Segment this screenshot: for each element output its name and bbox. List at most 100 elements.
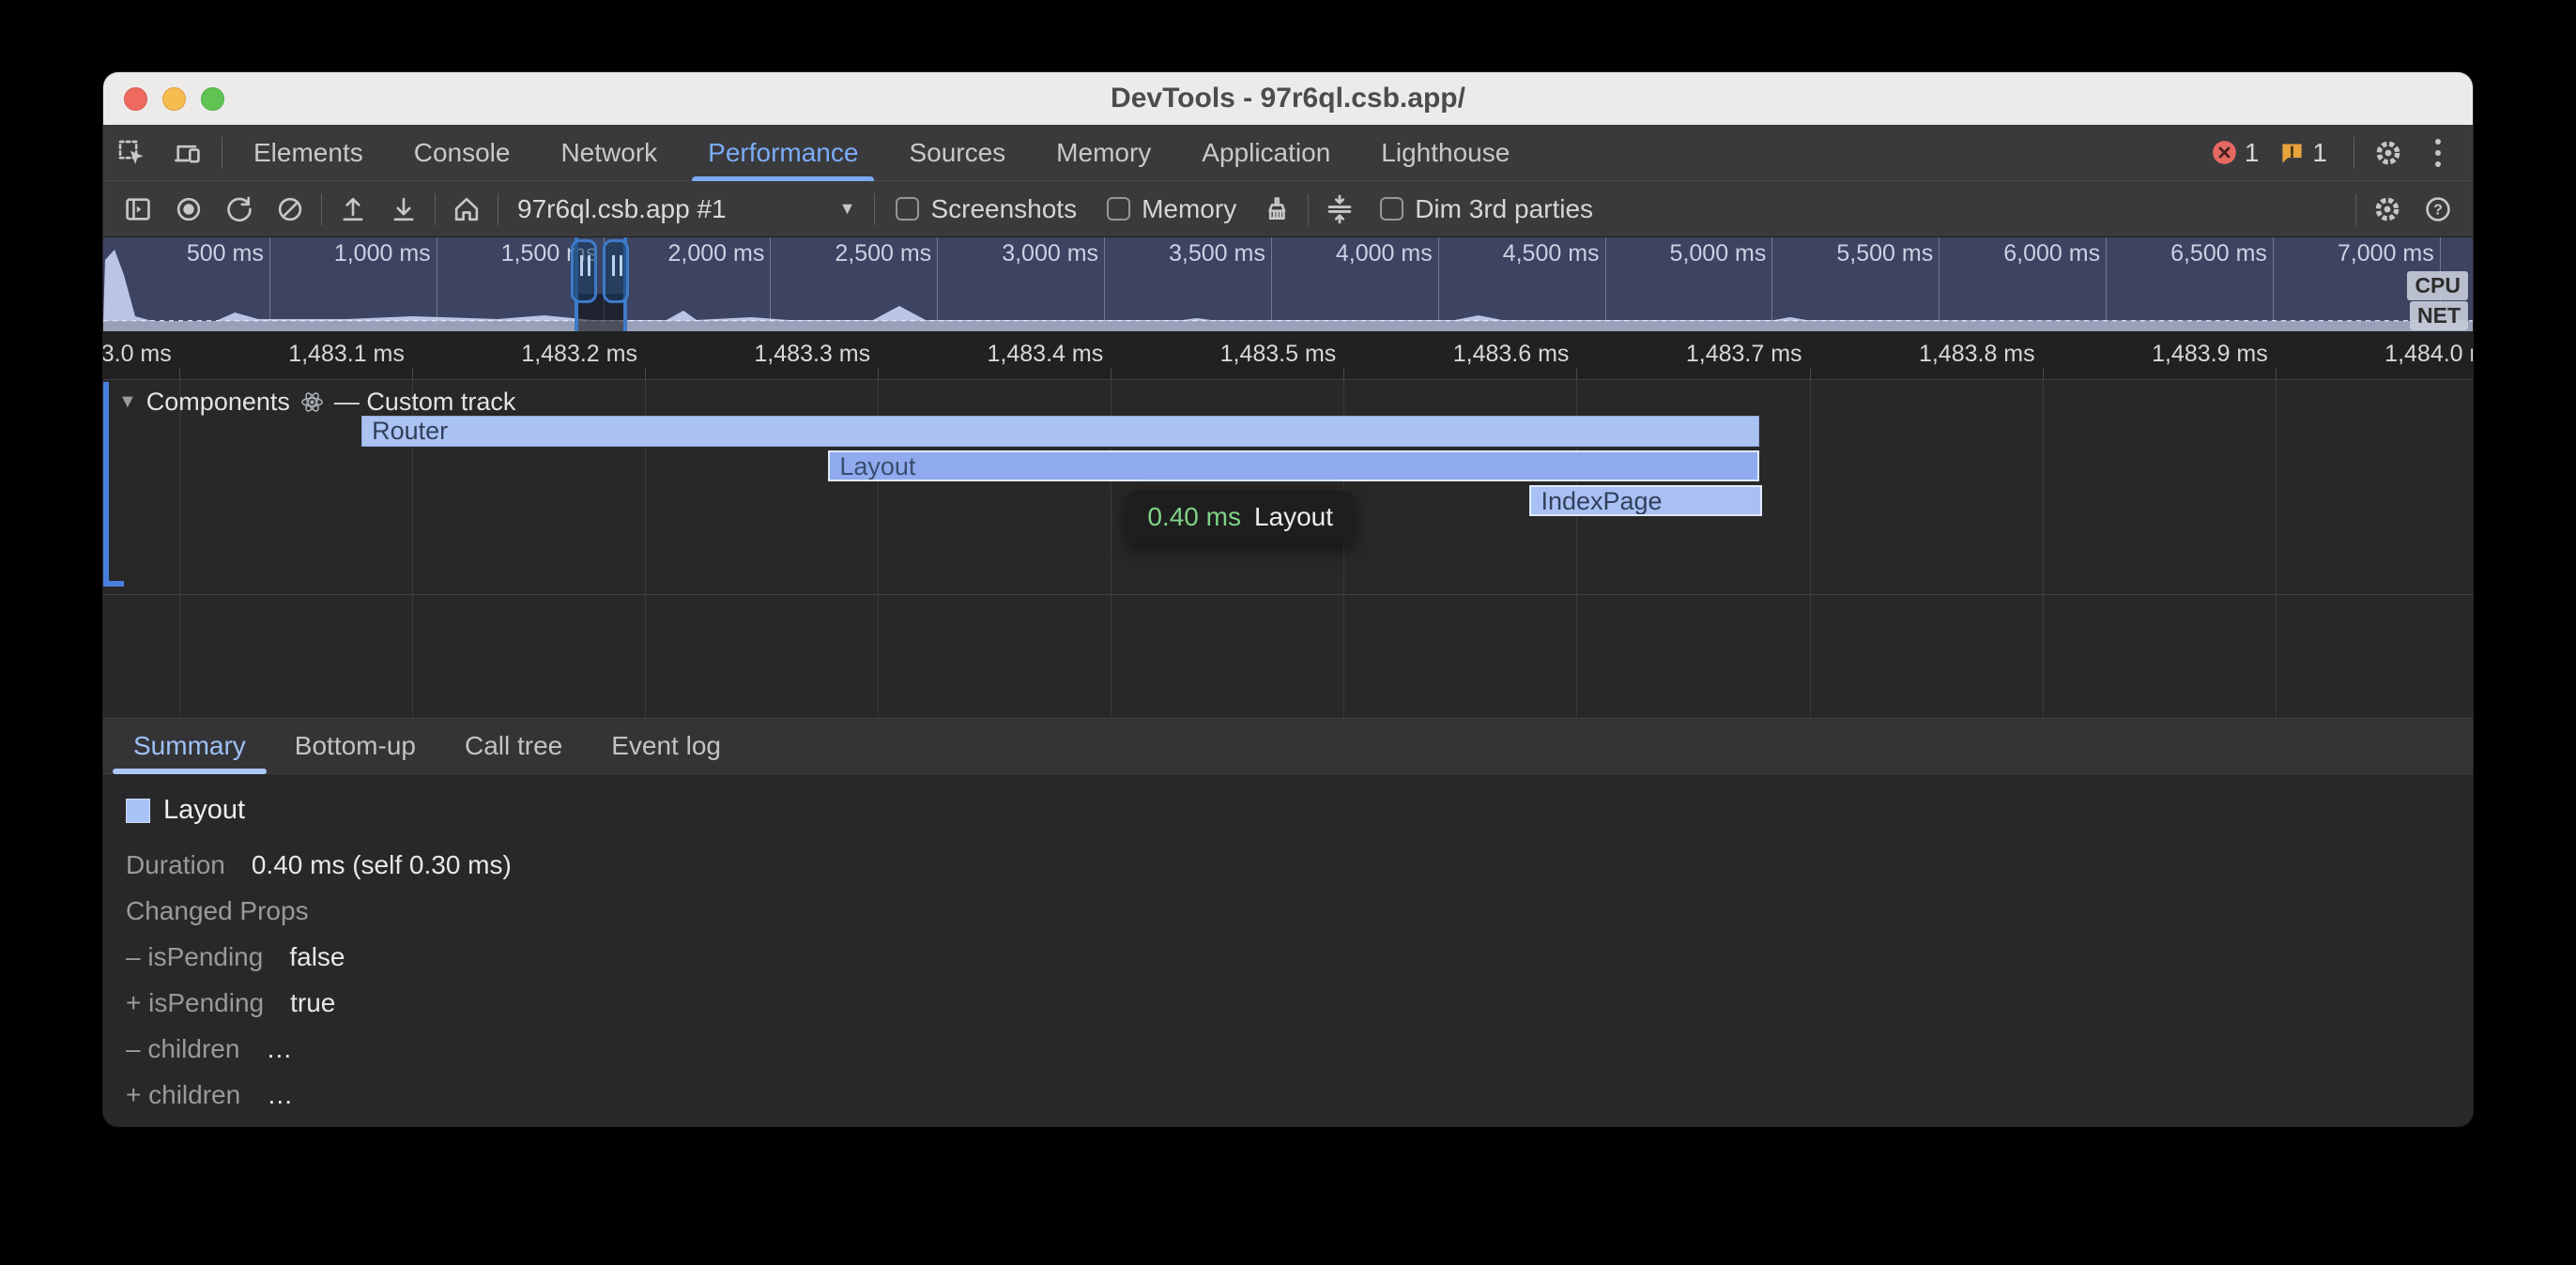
flame-chart[interactable]: ▼ Components — Custom track RouterLayout… xyxy=(103,380,2473,718)
record-icon[interactable] xyxy=(163,184,214,235)
error-count: 1 xyxy=(2245,138,2260,168)
tab-memory[interactable]: Memory xyxy=(1031,125,1176,181)
detail-time-ruler[interactable]: 1,483.0 ms1,483.1 ms1,483.2 ms1,483.3 ms… xyxy=(103,331,2473,380)
ruler-label: 1,483.0 ms xyxy=(103,341,179,368)
selection-window xyxy=(548,237,657,331)
flame-gridline xyxy=(179,380,180,718)
target-selector-dropdown[interactable]: 97r6ql.csb.app #1 ▼ xyxy=(504,194,868,224)
clear-icon[interactable] xyxy=(265,184,315,235)
home-icon[interactable] xyxy=(441,184,492,235)
flame-bar-indexpage[interactable]: IndexPage xyxy=(1529,485,1761,516)
ruler-tick xyxy=(412,368,413,379)
ruler-label: 1,483.6 ms xyxy=(1453,341,1577,368)
detail-tab-event-log[interactable]: Event log xyxy=(587,718,745,774)
react-atom-icon xyxy=(299,389,325,415)
cpu-activity-graph xyxy=(103,237,2473,331)
main-tab-bar: ElementsConsoleNetworkPerformanceSources… xyxy=(103,125,2473,181)
ruler-label: 1,483.3 ms xyxy=(754,341,878,368)
titlebar: DevTools - 97r6ql.csb.app/ xyxy=(103,72,2473,125)
load-profile-icon[interactable] xyxy=(328,184,378,235)
changed-prop-row: + children … xyxy=(126,1080,2473,1110)
capture-settings-gear-icon[interactable] xyxy=(2362,184,2413,235)
ruler-label: 1,483.7 ms xyxy=(1686,341,1810,368)
detail-tab-summary[interactable]: Summary xyxy=(109,718,270,774)
track-header[interactable]: ▼ Components — Custom track xyxy=(118,388,515,417)
screenshots-label: Screenshots xyxy=(930,194,1077,224)
toggle-sidebar-icon[interactable] xyxy=(113,184,163,235)
issue-icon xyxy=(2279,140,2305,165)
svg-text:?: ? xyxy=(2433,202,2443,218)
tab-application[interactable]: Application xyxy=(1176,125,1356,181)
window-title: DevTools - 97r6ql.csb.app/ xyxy=(103,83,2473,114)
ruler-tick xyxy=(1111,368,1112,379)
prop-key: + children xyxy=(126,1080,240,1110)
ruler-tick xyxy=(645,368,646,379)
divider xyxy=(1308,193,1309,225)
panel-tabs: ElementsConsoleNetworkPerformanceSources… xyxy=(228,125,1535,181)
prop-value: … xyxy=(267,1080,293,1110)
device-toolbar-icon[interactable] xyxy=(160,125,216,181)
error-icon xyxy=(2212,140,2237,165)
ruler-tick xyxy=(878,368,879,379)
changed-props-row: Changed Props xyxy=(126,896,2473,926)
memory-checkbox[interactable]: Memory xyxy=(1107,194,1236,224)
collect-garbage-icon[interactable] xyxy=(1251,184,1302,235)
reload-and-record-icon[interactable] xyxy=(214,184,265,235)
target-selector-value: 97r6ql.csb.app #1 xyxy=(517,194,727,224)
event-color-swatch xyxy=(126,799,150,823)
ruler-tick xyxy=(1810,368,1811,379)
inspect-element-icon[interactable] xyxy=(103,125,160,181)
devtools-window: DevTools - 97r6ql.csb.app/ ElementsConso… xyxy=(103,72,2473,1126)
performance-toolbar: 97r6ql.csb.app #1 ▼ Screenshots Memory xyxy=(103,181,2473,237)
save-profile-icon[interactable] xyxy=(378,184,429,235)
tab-lighthouse[interactable]: Lighthouse xyxy=(1356,125,1535,181)
help-icon[interactable]: ? xyxy=(2413,184,2463,235)
more-options-icon[interactable] xyxy=(2416,139,2460,167)
divider xyxy=(435,193,436,225)
selection-right-handle[interactable] xyxy=(603,239,629,303)
collapse-triangle-icon[interactable]: ▼ xyxy=(118,391,137,413)
ruler-label: 1,483.9 ms xyxy=(2152,341,2276,368)
track-separator xyxy=(103,594,2473,595)
flame-bar-layout[interactable]: Layout xyxy=(828,450,1759,481)
detail-tab-bottom-up[interactable]: Bottom-up xyxy=(270,718,440,774)
tab-elements[interactable]: Elements xyxy=(228,125,389,181)
selection-left-handle[interactable] xyxy=(571,239,597,303)
tab-performance[interactable]: Performance xyxy=(682,125,883,181)
dim-3rd-parties-checkbox[interactable]: Dim 3rd parties xyxy=(1380,194,1593,224)
tab-network[interactable]: Network xyxy=(535,125,682,181)
tab-bar-right: 1 1 xyxy=(2212,125,2473,181)
prop-value: true xyxy=(290,988,335,1018)
checkbox-box xyxy=(1380,197,1403,221)
prop-value: … xyxy=(266,1034,292,1064)
selected-track-indicator xyxy=(103,382,109,587)
ruler-tick xyxy=(1343,368,1344,379)
error-count-badge[interactable]: 1 xyxy=(2212,138,2260,168)
issue-count-badge[interactable]: 1 xyxy=(2279,138,2327,168)
screenshots-checkbox[interactable]: Screenshots xyxy=(896,194,1077,224)
timeline-overview[interactable]: 500 ms1,000 ms1,500 ms2,000 ms2,500 ms3,… xyxy=(103,237,2473,331)
network-lane xyxy=(103,321,2473,331)
issue-count: 1 xyxy=(2312,138,2327,168)
flame-bar-router[interactable]: Router xyxy=(361,416,1759,447)
checkbox-box xyxy=(896,197,919,221)
checkbox-box xyxy=(1107,197,1130,221)
prop-key: – children xyxy=(126,1034,239,1064)
ruler-label: 1,483.4 ms xyxy=(988,341,1112,368)
prop-key: – isPending xyxy=(126,942,263,972)
ruler-tick xyxy=(2276,368,2277,379)
prop-value: false xyxy=(289,942,345,972)
flame-gridline xyxy=(2043,380,2044,718)
tab-sources[interactable]: Sources xyxy=(883,125,1031,181)
detail-tab-call-tree[interactable]: Call tree xyxy=(440,718,587,774)
ruler-label: 1,483.2 ms xyxy=(521,341,645,368)
summary-panel: Layout Duration 0.40 ms (self 0.30 ms) C… xyxy=(103,774,2473,1126)
ruler-tick xyxy=(2043,368,2044,379)
settings-gear-icon[interactable] xyxy=(2360,125,2416,181)
divider xyxy=(2355,193,2356,225)
chevron-down-icon: ▼ xyxy=(839,199,856,219)
ruler-tick xyxy=(179,368,180,379)
tooltip-duration: 0.40 ms xyxy=(1147,502,1241,532)
tab-console[interactable]: Console xyxy=(389,125,536,181)
collapse-sections-icon[interactable] xyxy=(1314,184,1365,235)
